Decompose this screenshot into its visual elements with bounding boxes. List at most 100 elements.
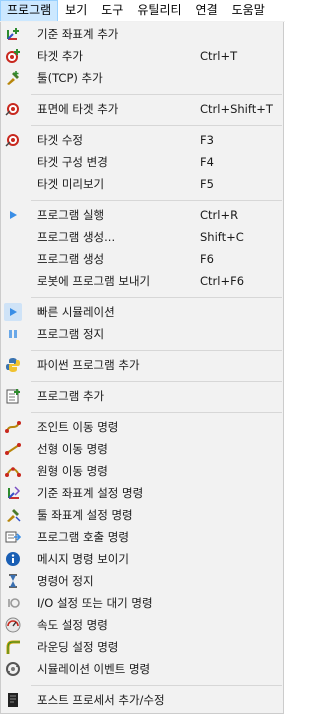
menu-item-edit-target[interactable]: 타겟 수정 F3 [2,129,283,151]
menu-item-shortcut: F3 [200,133,214,147]
simulation-event-icon [4,660,22,678]
menu-item-send-program-to-robot[interactable]: 로봇에 프로그램 보내기 Ctrl+F6 [2,270,283,292]
menu-separator [31,125,282,126]
menu-help[interactable]: 도움말 [225,0,272,21]
menu-item-shortcut: Ctrl+F6 [200,274,245,288]
menu-item-label: 프로그램 생성 [37,252,105,266]
joint-move-icon [4,418,22,436]
menu-item-shortcut: F5 [200,177,214,191]
menu-item-pause-command[interactable]: 명령어 정지 [2,570,283,592]
menu-item-label: 조인트 이동 명령 [37,420,119,434]
menu-item-label: 프로그램 정지 [37,327,105,341]
menu-view[interactable]: 보기 [58,0,94,21]
linear-move-icon [4,440,22,458]
menu-separator [31,350,282,351]
menu-item-simulation-event[interactable]: 시뮬레이션 이벤트 명령 [2,658,283,680]
menu-item-fast-simulation[interactable]: 빠른 시뮬레이션 [2,301,283,323]
menu-item-shortcut: Shift+C [200,230,244,244]
add-program-icon [4,387,22,405]
menu-item-shortcut: Ctrl+T [200,49,238,63]
pause-icon [4,325,22,343]
target-icon [4,131,22,149]
hourglass-icon [4,572,22,590]
menu-item-label: 툴 좌표계 설정 명령 [37,508,133,522]
menu-item-linear-move[interactable]: 선형 이동 명령 [2,438,283,460]
menu-item-label: 파이썬 프로그램 추가 [37,358,140,372]
menu-item-label: 기준 좌표계 설정 명령 [37,486,144,500]
menu-item-set-speed[interactable]: 속도 설정 명령 [2,614,283,636]
menu-item-show-message[interactable]: 메시지 명령 보이기 [2,548,283,570]
menu-item-set-rounding[interactable]: 라운딩 설정 명령 [2,636,283,658]
menu-item-label: 포스트 프로세서 추가/수정 [37,693,165,707]
set-tool-frame-icon [4,506,22,524]
menu-item-label: 메시지 명령 보이기 [37,552,129,566]
io-icon [4,594,22,612]
menu-item-label: 프로그램 생성... [37,230,116,244]
menu-item-label: 선형 이동 명령 [37,442,108,456]
menu-item-label: 프로그램 실행 [37,208,105,222]
speedometer-icon [4,616,22,634]
menu-program[interactable]: 프로그램 [0,0,59,21]
menu-item-label: 타겟 수정 [37,133,83,147]
menu-item-label: 프로그램 호출 명령 [37,530,129,544]
menu-separator [31,94,282,95]
menu-item-add-python-program[interactable]: 파이썬 프로그램 추가 [2,354,283,376]
menu-item-set-reference-frame[interactable]: 기준 좌표계 설정 명령 [2,482,283,504]
menu-item-label: 라운딩 설정 명령 [37,640,119,654]
menu-item-add-reference-frame[interactable]: 기준 좌표계 추가 [2,23,283,45]
python-icon [4,356,22,374]
program-call-icon [4,528,22,546]
menu-item-label: 빠른 시뮬레이션 [37,305,115,319]
menu-item-label: 프로그램 추가 [37,389,105,403]
menu-item-generate-program-dialog[interactable]: 프로그램 생성... Shift+C [2,226,283,248]
menu-item-label: 타겟 추가 [37,49,83,63]
menu-item-label: 타겟 미리보기 [37,177,105,191]
menu-item-add-program[interactable]: 프로그램 추가 [2,385,283,407]
menu-item-label: 타겟 구성 변경 [37,155,108,169]
menu-item-label: 원형 이동 명령 [37,464,108,478]
menu-item-post-processor[interactable]: 포스트 프로세서 추가/수정 [2,689,283,711]
add-target-icon [4,47,22,65]
target-on-surface-icon [4,100,22,118]
program-dropdown-menu: 기준 좌표계 추가 타겟 추가 Ctrl+T 툴(TCP) 추가 표면에 타겟 … [0,22,284,714]
menu-separator [31,297,282,298]
menu-item-label: I/O 설정 또는 대기 명령 [37,596,153,610]
menu-connect[interactable]: 연결 [189,0,225,21]
menu-tools[interactable]: 도구 [94,0,130,21]
menu-item-shortcut: F6 [200,252,214,266]
menu-item-circular-move[interactable]: 원형 이동 명령 [2,460,283,482]
menu-item-shortcut: Ctrl+Shift+T [200,102,273,116]
rounding-icon [4,638,22,656]
menu-item-preview-target[interactable]: 타겟 미리보기 F5 [2,173,283,195]
menu-item-io-command[interactable]: I/O 설정 또는 대기 명령 [2,592,283,614]
menu-item-label: 툴(TCP) 추가 [37,71,103,85]
menubar: 프로그램 보기 도구 유틸리티 연결 도움말 [0,0,285,22]
menu-item-set-tool-frame[interactable]: 툴 좌표계 설정 명령 [2,504,283,526]
menu-item-label: 표면에 타겟 추가 [37,102,119,116]
menu-item-label: 시뮬레이션 이벤트 명령 [37,662,151,676]
menu-item-shortcut: F4 [200,155,214,169]
menu-item-shortcut: Ctrl+R [200,208,239,222]
menu-item-change-target-config[interactable]: 타겟 구성 변경 F4 [2,151,283,173]
menu-item-label: 로봇에 프로그램 보내기 [37,274,151,288]
info-icon [4,550,22,568]
menu-item-label: 기준 좌표계 추가 [37,27,119,41]
menu-item-target-on-surface[interactable]: 표면에 타겟 추가 Ctrl+Shift+T [2,98,283,120]
menu-item-stop-program[interactable]: 프로그램 정지 [2,323,283,345]
add-reference-frame-icon [4,25,22,43]
post-processor-icon [4,691,22,709]
menu-separator [31,685,282,686]
circular-move-icon [4,462,22,480]
menu-item-add-tool[interactable]: 툴(TCP) 추가 [2,67,283,89]
menu-separator [31,200,282,201]
fast-simulation-icon [4,303,22,321]
menu-item-run-program[interactable]: 프로그램 실행 Ctrl+R [2,204,283,226]
menu-utilities[interactable]: 유틸리티 [130,0,188,21]
play-icon [4,206,22,224]
menu-item-generate-program[interactable]: 프로그램 생성 F6 [2,248,283,270]
menu-item-joint-move[interactable]: 조인트 이동 명령 [2,416,283,438]
menu-item-add-target[interactable]: 타겟 추가 Ctrl+T [2,45,283,67]
menu-item-program-call[interactable]: 프로그램 호출 명령 [2,526,283,548]
menu-item-label: 속도 설정 명령 [37,618,108,632]
menu-item-label: 명령어 정지 [37,574,94,588]
